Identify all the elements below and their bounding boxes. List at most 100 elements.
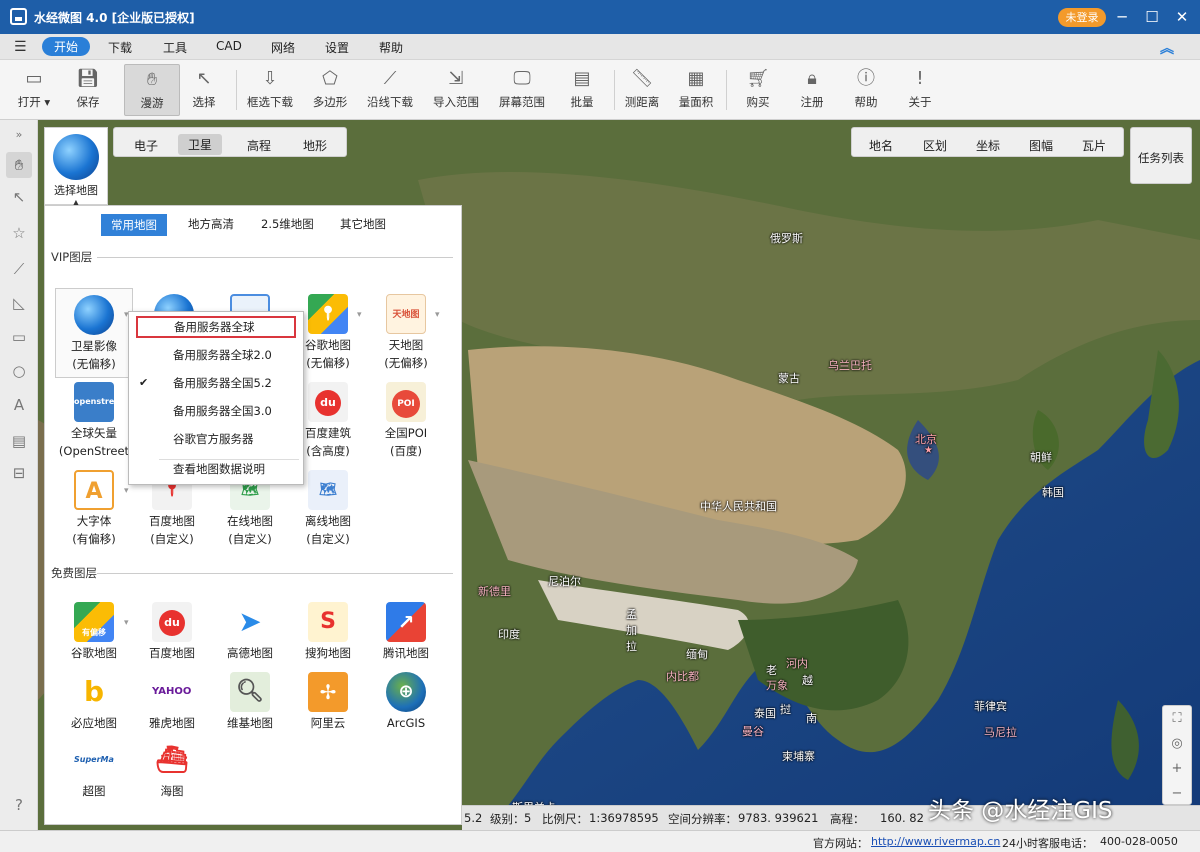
import-range-button[interactable]: ⇲ 导入范围	[428, 64, 484, 116]
close-icon[interactable]: ✕	[1172, 8, 1192, 26]
fullscreen-icon[interactable]: ⛶	[1163, 706, 1191, 731]
rectangle-tool-icon[interactable]: ▭	[6, 324, 32, 350]
open-button[interactable]: ▭ 打开 ▾	[6, 64, 62, 116]
maximize-icon[interactable]: ☐	[1142, 8, 1162, 26]
tab-elevation[interactable]: 高程	[247, 137, 271, 154]
polygon-tool-icon[interactable]: ◺	[6, 290, 32, 316]
menu-settings[interactable]: 设置	[325, 39, 349, 56]
server-option-national-5-2[interactable]: 备用服务器全国5.2	[129, 372, 303, 394]
polyline-tool-icon[interactable]: ⟋	[6, 256, 32, 282]
free-tencent-map[interactable]: ↗ 腾讯地图	[367, 602, 445, 662]
server-option-national-3-0[interactable]: 备用服务器全国3.0	[129, 400, 303, 422]
free-section-title: 免费图层	[51, 566, 97, 580]
vip-national-poi[interactable]: POI 全国POI (百度)	[367, 382, 445, 460]
overlay-place-names[interactable]: 地名	[869, 137, 893, 154]
website-link[interactable]: http://www.rivermap.cn	[871, 835, 1000, 848]
left-toolbar: » ✋︎ ↖ ☆ ⟋ ◺ ▭ ○ A ▤ ⊟ ?	[0, 120, 38, 830]
dropdown-arrow-icon[interactable]: ▾	[357, 310, 362, 320]
vip-large-font[interactable]: A 大字体 (有偏移)	[55, 470, 133, 548]
free-baidu-map[interactable]: du 百度地图	[133, 602, 211, 662]
tab-other-maps[interactable]: 其它地图	[340, 216, 386, 232]
elevation-label: 高程：	[830, 812, 865, 826]
overlay-tiles[interactable]: 瓦片	[1082, 137, 1106, 154]
measure-distance-button[interactable]: 📏︎ 测距离	[614, 64, 670, 116]
tab-2-5d-maps[interactable]: 2.5维地图	[261, 216, 314, 232]
vip-global-vector[interactable]: openstreet 全球矢量(OpenStreet	[55, 382, 133, 460]
hamburger-menu-icon[interactable]: ☰	[14, 39, 27, 55]
text-tool-icon[interactable]: A	[6, 392, 32, 418]
polygon-download-button[interactable]: ⬠ 多边形	[302, 64, 358, 116]
map-type-tabs: 电子 卫星 高程 地形	[113, 127, 347, 157]
menu-help[interactable]: 帮助	[379, 39, 403, 56]
select-map-button[interactable]: 选择地图 ▲	[44, 127, 108, 207]
task-list-button[interactable]: 任务列表	[1130, 127, 1192, 184]
circle-tool-icon[interactable]: ○	[6, 358, 32, 384]
tab-common-maps[interactable]: 常用地图	[101, 214, 167, 236]
free-gaode-map[interactable]: ➤ 高德地图	[211, 602, 289, 662]
layer-tool-icon[interactable]: ▤	[6, 428, 32, 454]
measure-area-button[interactable]: ▦ 量面积	[668, 64, 724, 116]
server-option-global-2-0[interactable]: 备用服务器全球2.0	[129, 344, 303, 366]
map-label: 越	[802, 674, 813, 687]
save-button[interactable]: 💾︎ 保存	[60, 64, 116, 116]
free-supermap[interactable]: SuperMap 超图	[55, 740, 133, 800]
overlay-sheets[interactable]: 图幅	[1029, 137, 1053, 154]
locate-icon[interactable]: ◎	[1163, 731, 1191, 756]
server-option-google-official[interactable]: 谷歌官方服务器	[129, 428, 303, 450]
dropdown-arrow-icon[interactable]: ▾	[124, 618, 129, 628]
free-nautical-chart[interactable]: ⛴︎ 海图	[133, 740, 211, 800]
free-bing-map[interactable]: b 必应地图	[55, 672, 133, 732]
free-arcgis-map[interactable]: ⊕ ArcGIS	[367, 672, 445, 732]
menu-network[interactable]: 网络	[271, 39, 295, 56]
tab-terrain[interactable]: 地形	[303, 137, 327, 154]
yahoo-logo-icon: YAHOO!	[152, 672, 192, 712]
tianditu-icon: 天地图	[386, 294, 426, 334]
register-button[interactable]: 🔒︎ 注册	[784, 64, 840, 116]
screen-range-button[interactable]: 🖵︎ 屏幕范围	[494, 64, 550, 116]
lock-icon: 🔒︎	[807, 68, 817, 89]
free-aliyun-map[interactable]: ✢ 阿里云	[289, 672, 367, 732]
overlay-divisions[interactable]: 区划	[923, 137, 947, 154]
free-yahoo-map[interactable]: YAHOO! 雅虎地图	[133, 672, 211, 732]
minimize-icon[interactable]: ─	[1112, 8, 1132, 26]
menu-cad[interactable]: CAD	[216, 39, 242, 53]
view-map-data-description[interactable]: 查看地图数据说明	[129, 458, 303, 480]
dropdown-arrow-icon[interactable]: ▾	[124, 486, 129, 496]
help-circle-icon[interactable]: ?	[6, 792, 32, 818]
buy-button[interactable]: 🛒︎ 购买	[730, 64, 786, 116]
measure-tool-icon[interactable]: ⊟	[6, 460, 32, 486]
google-maps-icon: 📍︎	[308, 294, 348, 334]
tab-electronic[interactable]: 电子	[134, 137, 158, 154]
login-button[interactable]: 未登录	[1058, 8, 1106, 27]
menu-start[interactable]: 开始	[42, 37, 91, 56]
vip-tianditu[interactable]: 天地图 天地图 (无偏移)	[367, 294, 445, 372]
menu-download[interactable]: 下载	[108, 39, 132, 56]
zoom-out-icon[interactable]: −	[1163, 781, 1191, 806]
pan-tool-icon[interactable]: ✋︎	[6, 152, 32, 178]
aliyun-icon: ✢	[308, 672, 348, 712]
tab-satellite[interactable]: 卫星	[178, 134, 223, 155]
batch-button[interactable]: ▤ 批量	[554, 64, 610, 116]
about-button[interactable]: ! 关于	[892, 64, 948, 116]
vip-satellite-imagery[interactable]: 卫星影像 (无偏移)	[55, 288, 133, 378]
select-button[interactable]: ↖ 选择	[176, 64, 232, 116]
expand-icon[interactable]: »	[6, 122, 32, 148]
dropdown-arrow-icon[interactable]: ▾	[435, 310, 440, 320]
pan-button[interactable]: ✋︎ 漫游	[124, 64, 180, 116]
marker-tool-icon[interactable]: ☆	[6, 220, 32, 246]
menu-tools[interactable]: 工具	[163, 39, 187, 56]
server-option-global-backup[interactable]: 备用服务器全球	[136, 316, 296, 338]
zoom-in-icon[interactable]: +	[1163, 756, 1191, 781]
free-wiki-map[interactable]: 🔍︎ 维基地图	[211, 672, 289, 732]
map-label: 韩国	[1042, 486, 1064, 499]
line-download-button[interactable]: ⟋ 沿线下载	[362, 64, 418, 116]
free-google-map[interactable]: 有偏移 谷歌地图	[55, 602, 133, 662]
free-sogou-map[interactable]: S 搜狗地图	[289, 602, 367, 662]
help-button[interactable]: ⓘ 帮助	[838, 64, 894, 116]
tab-local-hd[interactable]: 地方高清	[188, 216, 234, 232]
box-download-button[interactable]: ⇩ 框选下载	[242, 64, 298, 116]
select-tool-icon[interactable]: ↖	[6, 184, 32, 210]
collapse-ribbon-icon[interactable]: ︽	[1160, 38, 1174, 58]
overlay-coordinates[interactable]: 坐标	[976, 137, 1000, 154]
map-label: 马尼拉	[984, 726, 1017, 739]
